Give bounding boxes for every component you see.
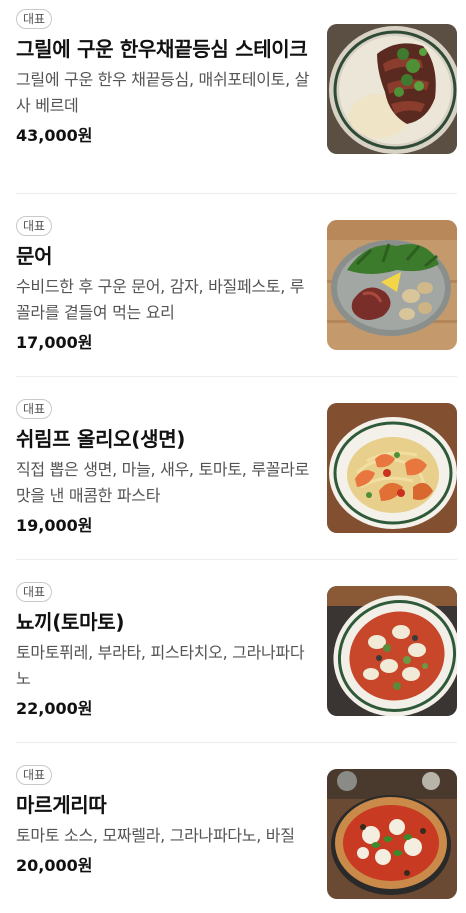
menu-item-octopus[interactable]: 대표 문어 수비드한 후 구운 문어, 감자, 바질페스토, 루꼴라를 곁들여 … xyxy=(16,194,457,377)
menu-item-text: 대표 뇨끼(토마토) 토마토퓌레, 부라타, 피스타치오, 그라나파다노 22,… xyxy=(16,560,312,720)
menu-item-description: 토마토 소스, 모짜렐라, 그라나파다노, 바질 xyxy=(16,826,295,845)
menu-item-price: 20,000원 xyxy=(16,856,93,875)
menu-item-name: 마르게리따 xyxy=(16,793,107,817)
menu-item-text: 대표 문어 수비드한 후 구운 문어, 감자, 바질페스토, 루꼴라를 곁들여 … xyxy=(16,194,312,354)
signature-badge: 대표 xyxy=(16,9,53,29)
menu-item-name: 뇨끼(토마토) xyxy=(16,610,125,634)
pizza-photo[interactable] xyxy=(327,769,457,899)
menu-item-description: 직접 뽑은 생면, 마늘, 새우, 토마토, 루꼴라로 맛을 낸 매콤한 파스타 xyxy=(16,460,310,505)
gnocchi-photo[interactable] xyxy=(327,586,457,716)
signature-badge: 대표 xyxy=(16,216,53,236)
signature-badge: 대표 xyxy=(16,582,53,602)
menu-item-price: 22,000원 xyxy=(16,699,93,718)
menu-item-gnocchi[interactable]: 대표 뇨끼(토마토) 토마토퓌레, 부라타, 피스타치오, 그라나파다노 22,… xyxy=(16,560,457,743)
menu-item-description: 그릴에 구운 한우 채끝등심, 매쉬포테이토, 살사 베르데 xyxy=(16,70,310,115)
signature-badge: 대표 xyxy=(16,765,53,785)
menu-list: 대표 그릴에 구운 한우채끝등심 스테이크 그릴에 구운 한우 채끝등심, 매쉬… xyxy=(0,0,466,913)
menu-item-price: 43,000원 xyxy=(16,126,93,145)
menu-item-description: 토마토퓌레, 부라타, 피스타치오, 그라나파다노 xyxy=(16,643,305,688)
menu-item-name: 그릴에 구운 한우채끝등심 스테이크 xyxy=(16,37,308,61)
menu-item-description: 수비드한 후 구운 문어, 감자, 바질페스토, 루꼴라를 곁들여 먹는 요리 xyxy=(16,277,305,322)
menu-item-name: 쉬림프 올리오(생면) xyxy=(16,427,186,451)
octopus-photo[interactable] xyxy=(327,220,457,350)
menu-item-price: 19,000원 xyxy=(16,516,93,535)
shrimp-pasta-photo[interactable] xyxy=(327,403,457,533)
menu-item-steak[interactable]: 대표 그릴에 구운 한우채끝등심 스테이크 그릴에 구운 한우 채끝등심, 매쉬… xyxy=(16,0,457,194)
steak-photo[interactable] xyxy=(327,24,457,154)
menu-item-name: 문어 xyxy=(16,244,53,268)
menu-item-text: 대표 쉬림프 올리오(생면) 직접 뽑은 생면, 마늘, 새우, 토마토, 루꼴… xyxy=(16,377,312,537)
menu-item-margherita[interactable]: 대표 마르게리따 토마토 소스, 모짜렐라, 그라나파다노, 바질 20,000… xyxy=(16,743,457,913)
menu-item-text: 대표 마르게리따 토마토 소스, 모짜렐라, 그라나파다노, 바질 20,000… xyxy=(16,743,312,877)
menu-item-shrimp-pasta[interactable]: 대표 쉬림프 올리오(생면) 직접 뽑은 생면, 마늘, 새우, 토마토, 루꼴… xyxy=(16,377,457,560)
signature-badge: 대표 xyxy=(16,399,53,419)
menu-item-price: 17,000원 xyxy=(16,333,93,352)
menu-item-text: 대표 그릴에 구운 한우채끝등심 스테이크 그릴에 구운 한우 채끝등심, 매쉬… xyxy=(16,0,312,147)
